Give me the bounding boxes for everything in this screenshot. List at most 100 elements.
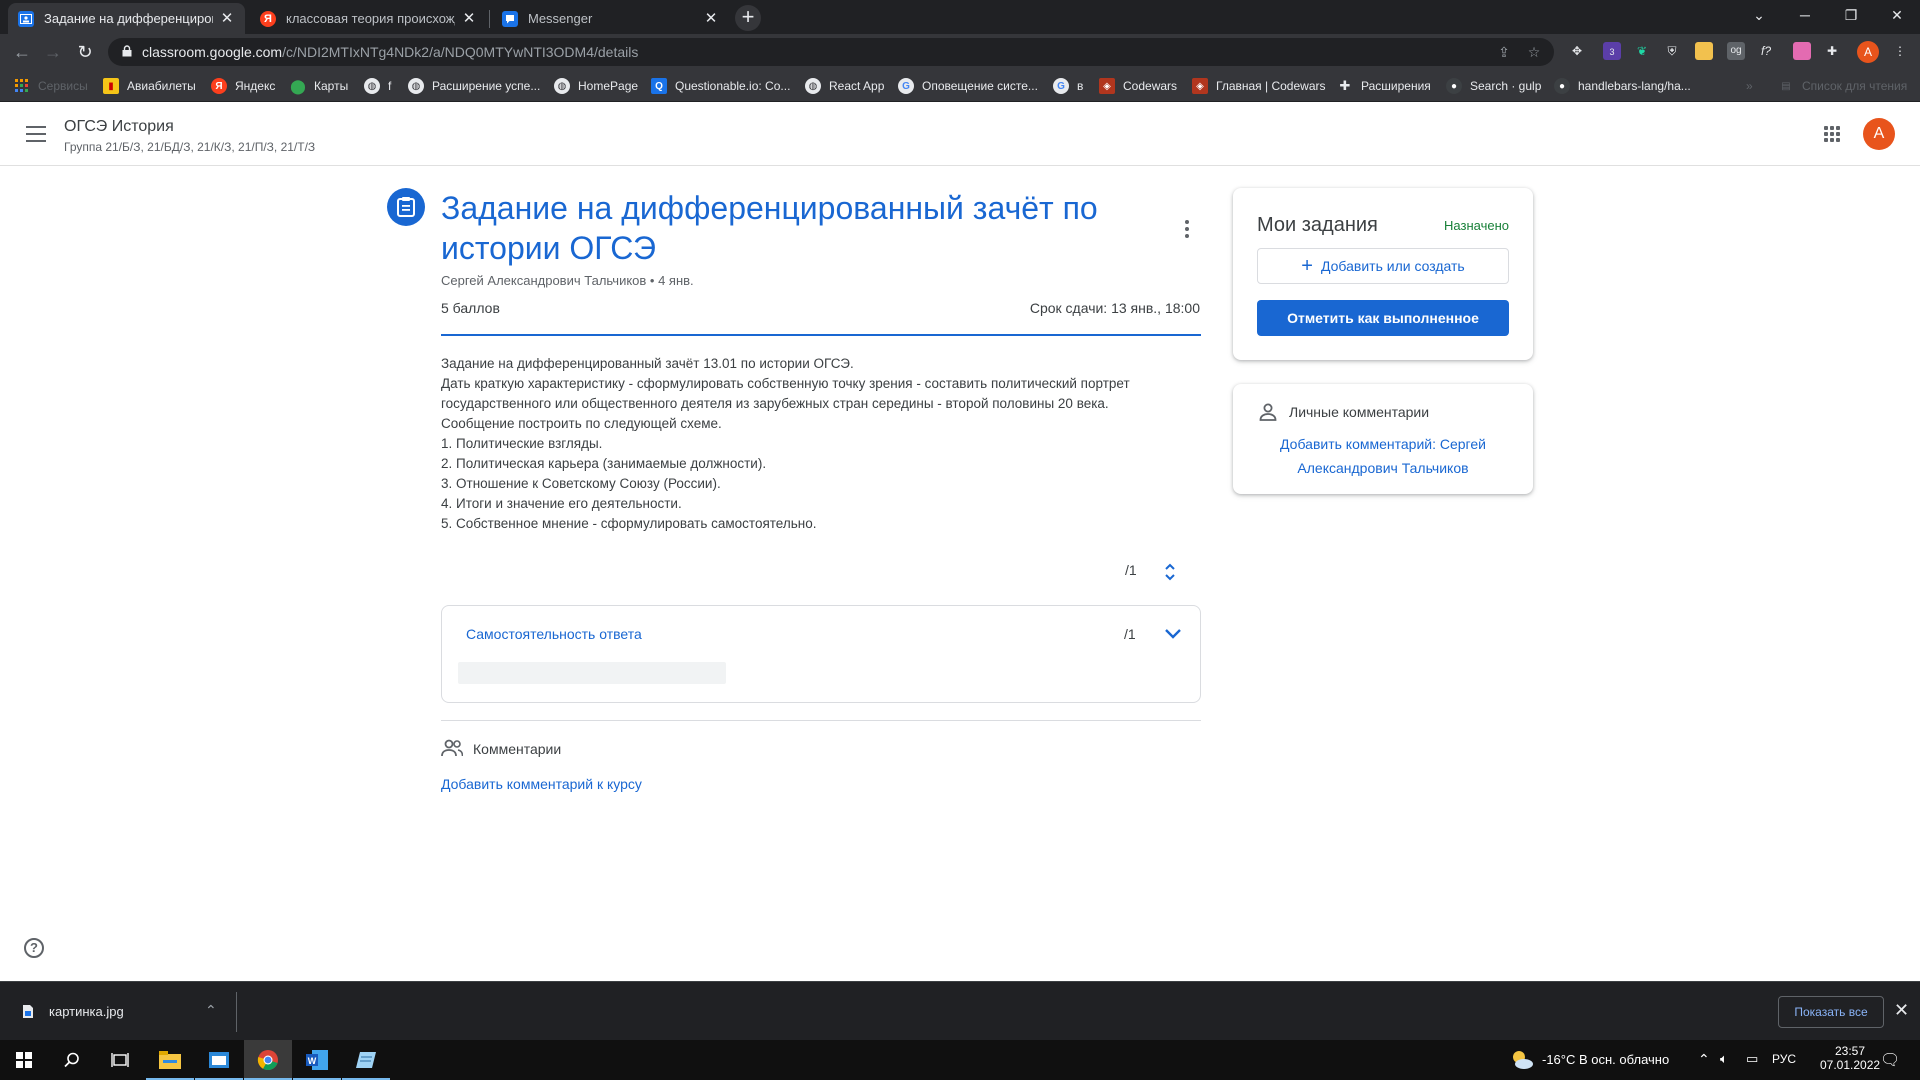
reload-icon[interactable]: ↻: [73, 40, 97, 64]
mark-as-done-button[interactable]: Отметить как выполненное: [1257, 300, 1509, 336]
assignment-icon: [387, 188, 425, 226]
extension-leaf-icon[interactable]: ❦: [1633, 42, 1651, 60]
windows-logo-icon: [16, 1052, 32, 1068]
file-explorer-icon[interactable]: [146, 1040, 194, 1080]
account-avatar[interactable]: A: [1863, 118, 1895, 150]
clock[interactable]: 23:57 07.01.2022: [1820, 1044, 1880, 1072]
search-icon[interactable]: [48, 1040, 96, 1080]
extension-shield-icon[interactable]: ⛨: [1663, 42, 1681, 60]
tab-yandex[interactable]: Я классовая теория происхожден ✕: [250, 3, 487, 34]
people-icon: [441, 739, 463, 757]
network-icon[interactable]: ▭: [1746, 1051, 1758, 1067]
description-line: 2. Политическая карьера (занимаемые долж…: [441, 456, 767, 471]
chrome-icon[interactable]: [244, 1040, 292, 1080]
globe-icon: ◍: [364, 78, 380, 94]
download-file-name[interactable]: картинка.jpg: [49, 1004, 124, 1019]
bookmark-label: Авиабилеты: [127, 79, 196, 93]
notepad-icon[interactable]: [342, 1040, 390, 1080]
add-class-comment-link[interactable]: Добавить комментарий к курсу: [441, 776, 642, 792]
close-icon[interactable]: ✕: [1894, 1000, 1909, 1021]
close-icon[interactable]: ✕: [219, 10, 235, 27]
word-icon[interactable]: W: [293, 1040, 341, 1080]
description-line: 5. Собственное мнение - сформулировать с…: [441, 516, 817, 531]
bookmark-item[interactable]: ◍ Расширение успе...: [408, 77, 540, 95]
extension-notes-icon[interactable]: [1695, 42, 1713, 60]
bookmark-item[interactable]: ✚ Расширения: [1337, 77, 1431, 95]
bookmark-item[interactable]: ◍ React App: [805, 77, 884, 95]
share-icon[interactable]: ⇪: [1496, 44, 1512, 60]
extension-icon[interactable]: 3: [1603, 42, 1621, 60]
bookmark-item[interactable]: ◈ Codewars: [1099, 77, 1177, 95]
expand-all-icon[interactable]: [1163, 562, 1177, 582]
chevron-down-icon[interactable]: [1164, 626, 1182, 640]
profile-avatar[interactable]: A: [1857, 41, 1879, 63]
bookmark-item[interactable]: ● Search · gulp: [1446, 77, 1541, 95]
assignment-title: Задание на дифференцированный зачёт по и…: [441, 190, 1098, 266]
bookmark-item[interactable]: Q Questionable.io: Co...: [651, 77, 790, 95]
description-line: 3. Отношение к Советскому Союзу (России)…: [441, 476, 721, 491]
bookmark-item[interactable]: ◍ f: [364, 77, 391, 95]
close-icon[interactable]: ✕: [461, 10, 477, 27]
address-bar[interactable]: classroom.google.com/c/NDI2MTIxNTg4NDk2/…: [108, 38, 1554, 66]
bookmark-star-icon[interactable]: ☆: [1526, 44, 1542, 60]
close-icon[interactable]: ✕: [703, 10, 719, 27]
google-apps-icon[interactable]: [1824, 126, 1840, 142]
volume-icon[interactable]: 🔈︎: [1720, 1051, 1728, 1067]
extension-move-icon[interactable]: ✥: [1568, 42, 1586, 60]
add-or-create-button[interactable]: + Добавить или создать: [1257, 248, 1509, 284]
more-options-icon[interactable]: [1185, 220, 1191, 238]
rubric-criterion-title: Самостоятельность ответа: [466, 626, 642, 642]
weather-cloud-icon[interactable]: [1510, 1049, 1534, 1071]
bookmark-label: Search · gulp: [1470, 79, 1542, 93]
extension-og-icon[interactable]: og: [1727, 42, 1745, 60]
menu-dots-icon[interactable]: ⋮: [1891, 42, 1909, 60]
bookmark-label: в: [1077, 79, 1084, 93]
bookmark-item[interactable]: Я Яндекс: [211, 77, 275, 95]
bookmark-item[interactable]: ▮ Авиабилеты: [103, 77, 196, 95]
bookmark-item[interactable]: Сервисы: [14, 77, 88, 95]
add-private-comment-link[interactable]: Добавить комментарий: Сергей Александров…: [1257, 432, 1509, 480]
tab-search-icon[interactable]: ⌄: [1736, 0, 1782, 30]
new-tab-button[interactable]: +: [735, 5, 761, 31]
notifications-icon[interactable]: 🗨︎: [1880, 1050, 1900, 1070]
forward-icon[interactable]: →: [41, 40, 65, 64]
github-icon: ●: [1446, 78, 1462, 94]
bookmark-item[interactable]: G в: [1053, 77, 1083, 95]
bookmark-item[interactable]: ⬤ Карты: [290, 77, 348, 95]
restore-button[interactable]: ❐: [1828, 0, 1874, 30]
extensions-puzzle-icon[interactable]: ✚: [1823, 42, 1841, 60]
class-comments-label: Комментарии: [473, 741, 562, 757]
bookmark-item[interactable]: ◈ Главная | Codewars: [1192, 77, 1325, 95]
chevron-up-icon[interactable]: ⌃: [1698, 1051, 1710, 1068]
app-window-icon[interactable]: [195, 1040, 243, 1080]
chevron-up-icon[interactable]: ⌃: [205, 1002, 217, 1019]
windows-taskbar: W -16°C В осн. облачно ⌃ 🔈︎ ▭ РУС 23:57 …: [0, 1040, 1920, 1080]
main-menu-icon[interactable]: [26, 126, 46, 142]
bookmarks-overflow-icon[interactable]: »: [1746, 77, 1753, 95]
weather-text[interactable]: -16°C В осн. облачно: [1542, 1052, 1669, 1067]
browser-tab-strip: Задание на дифференцирован ✕ Я классовая…: [0, 0, 1920, 34]
back-icon[interactable]: ←: [10, 40, 34, 64]
classroom-icon: [18, 10, 34, 27]
extension-formula-icon[interactable]: f?: [1757, 42, 1775, 60]
start-button[interactable]: [0, 1040, 48, 1080]
rubric-criterion-card[interactable]: Самостоятельность ответа /1: [441, 605, 1201, 703]
minimize-button[interactable]: ─: [1782, 0, 1828, 30]
close-window-button[interactable]: ✕: [1874, 0, 1920, 30]
class-title[interactable]: ОГСЭ История: [64, 118, 174, 136]
help-icon[interactable]: ?: [24, 938, 44, 958]
bookmark-item[interactable]: ● handlebars-lang/ha...: [1554, 77, 1691, 95]
assignment-points: 5 баллов: [441, 300, 500, 316]
globe-icon: ◍: [554, 78, 570, 94]
google-icon: G: [1053, 78, 1069, 94]
assignment-description: Задание на дифференцированный зачёт 13.0…: [441, 354, 1201, 534]
tab-messenger[interactable]: Messenger ✕: [492, 3, 729, 34]
language-indicator[interactable]: РУС: [1772, 1052, 1796, 1066]
reading-list[interactable]: ▤ Список для чтения: [1778, 77, 1907, 95]
bookmark-item[interactable]: G Оповещение систе...: [898, 77, 1038, 95]
show-all-downloads-button[interactable]: Показать все: [1778, 996, 1884, 1028]
bookmark-item[interactable]: ◍ HomePage: [554, 77, 638, 95]
task-view-icon[interactable]: [96, 1040, 144, 1080]
extension-color-icon[interactable]: [1793, 42, 1811, 60]
tab-classroom[interactable]: Задание на дифференцирован ✕: [8, 3, 245, 34]
